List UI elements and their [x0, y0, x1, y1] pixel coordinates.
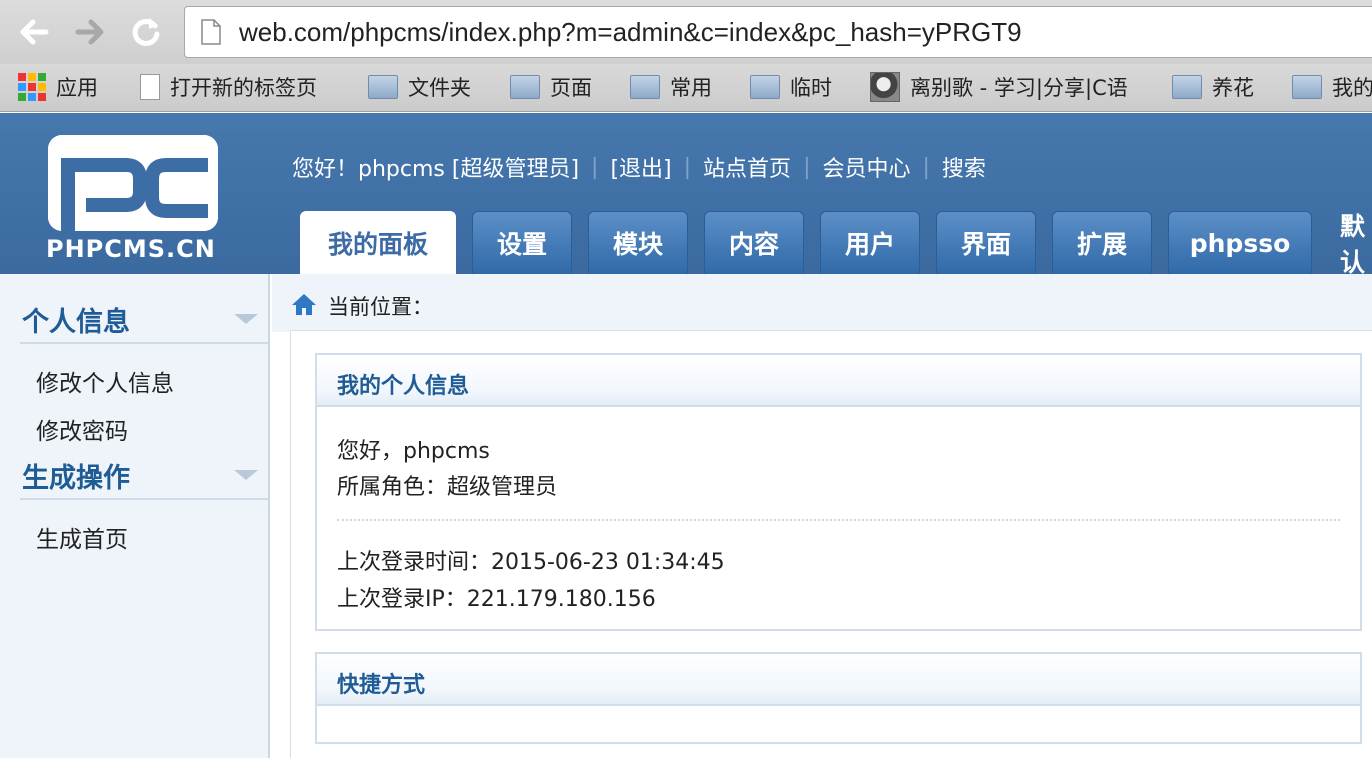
member-center-link[interactable]: 会员中心 — [822, 151, 910, 183]
pc-logo-icon — [48, 135, 218, 231]
bookmark-pages[interactable]: 页面 — [510, 72, 592, 102]
tab-interface[interactable]: 界面 — [936, 211, 1036, 274]
logo-mark — [48, 135, 218, 231]
forward-button[interactable] — [72, 14, 108, 50]
search-link[interactable]: 搜索 — [942, 151, 986, 183]
chevron-down-icon[interactable] — [234, 314, 258, 324]
sidebar: 个人信息 修改个人信息 修改密码 生成操作 生成首页 — [0, 274, 270, 758]
bookmark-label: 常用 — [670, 76, 712, 100]
shortcuts-panel: 快捷方式 — [315, 652, 1362, 744]
divider — [337, 519, 1340, 521]
page-icon — [140, 74, 160, 100]
tab-my-panel[interactable]: 我的面板 — [300, 211, 456, 274]
folder-icon — [1172, 75, 1202, 99]
reload-icon — [132, 18, 160, 46]
folder-icon — [630, 75, 660, 99]
site-home-link[interactable]: 站点首页 — [703, 151, 791, 183]
folder-icon — [510, 75, 540, 99]
section-title: 个人信息 — [22, 307, 130, 338]
url-text[interactable]: web.com/phpcms/index.php?m=admin&c=index… — [239, 17, 1022, 48]
bookmark-label: 打开新的标签页 — [170, 76, 317, 100]
browser-toolbar: web.com/phpcms/index.php?m=admin&c=index… — [0, 0, 1372, 64]
separator: | — [591, 154, 599, 180]
sidebar-item-generate-home[interactable]: 生成首页 — [36, 520, 128, 554]
section-title: 生成操作 — [22, 463, 130, 494]
tab-content[interactable]: 内容 — [704, 211, 804, 274]
sidebar-section-personal[interactable]: 个人信息 — [20, 294, 268, 344]
panel-title: 快捷方式 — [337, 673, 426, 698]
arrow-left-icon — [20, 19, 49, 45]
tab-settings[interactable]: 设置 — [472, 211, 572, 274]
avatar-icon — [870, 72, 900, 102]
folder-icon — [368, 75, 398, 99]
bookmark-label: 养花 — [1212, 76, 1254, 100]
bookmark-label: 离别歌 - 学习|分享|C语 — [910, 76, 1128, 100]
separator: | — [803, 154, 811, 180]
reload-button[interactable] — [128, 14, 164, 50]
last-login-ip: 上次登录IP：221.179.180.156 — [337, 587, 656, 612]
bookmark-label: 我的 — [1332, 76, 1372, 100]
bookmark-label: 应用 — [56, 76, 98, 100]
bookmark-common[interactable]: 常用 — [630, 72, 712, 102]
tab-extensions[interactable]: 扩展 — [1052, 211, 1152, 274]
bookmark-temp[interactable]: 临时 — [750, 72, 832, 102]
sidebar-item-edit-profile[interactable]: 修改个人信息 — [36, 364, 174, 398]
separator: | — [922, 154, 930, 180]
tab-phpsso[interactable]: phpsso — [1168, 211, 1312, 274]
folder-icon — [1292, 75, 1322, 99]
bookmark-new-tab[interactable]: 打开新的标签页 — [140, 72, 317, 102]
hello-text: 您好，phpcms — [337, 439, 490, 464]
page-icon — [201, 19, 221, 45]
tab-default[interactable]: 默认 — [1328, 211, 1372, 277]
home-icon — [292, 294, 316, 315]
bookmark-label: 页面 — [550, 76, 592, 100]
main-tabs: 我的面板 设置 模块 内容 用户 界面 扩展 phpsso 默认 — [300, 211, 1372, 277]
content-area: 我的个人信息 您好，phpcms 所属角色：超级管理员 上次登录时间：2015-… — [290, 330, 1372, 758]
bookmark-label: 临时 — [790, 76, 832, 100]
folder-icon — [750, 75, 780, 99]
tab-modules[interactable]: 模块 — [588, 211, 688, 274]
bookmark-folder[interactable]: 文件夹 — [368, 72, 471, 102]
panel-header: 我的个人信息 — [317, 355, 1360, 407]
logo-text: PHPCMS.CN — [46, 235, 216, 263]
logout-link[interactable]: [退出] — [610, 151, 671, 183]
back-button[interactable] — [16, 14, 52, 50]
phpcms-logo[interactable]: PHPCMS.CN — [46, 135, 221, 263]
breadcrumb-label: 当前位置： — [328, 295, 433, 319]
tab-users[interactable]: 用户 — [820, 211, 920, 274]
bookmark-blog[interactable]: 离别歌 - 学习|分享|C语 — [870, 72, 1142, 102]
separator: | — [683, 154, 692, 180]
bookmarks-bar: 应用 打开新的标签页 文件夹 页面 常用 临时 离别歌 - 学习|分享|C语 养… — [0, 64, 1372, 112]
role-text: 所属角色：超级管理员 — [337, 475, 558, 500]
bookmark-flowers[interactable]: 养花 — [1172, 72, 1254, 102]
breadcrumb: 当前位置： — [272, 274, 1372, 332]
personal-info-panel: 我的个人信息 您好，phpcms 所属角色：超级管理员 上次登录时间：2015-… — [315, 353, 1362, 631]
bookmark-label: 文件夹 — [408, 76, 471, 100]
main-content: 当前位置： 我的个人信息 您好，phpcms 所属角色：超级管理员 上次登录时间… — [272, 274, 1372, 758]
sidebar-section-generate[interactable]: 生成操作 — [20, 450, 268, 500]
bookmark-mine[interactable]: 我的 — [1292, 72, 1372, 102]
chevron-down-icon[interactable] — [234, 470, 258, 480]
address-bar[interactable]: web.com/phpcms/index.php?m=admin&c=index… — [184, 6, 1372, 58]
arrow-right-icon — [75, 19, 104, 45]
last-login-time: 上次登录时间：2015-06-23 01:34:45 — [337, 550, 725, 575]
panel-title: 我的个人信息 — [337, 374, 470, 399]
cms-header: PHPCMS.CN 您好！phpcms [超级管理员] | [退出] | 站点首… — [0, 113, 1372, 277]
top-nav: 您好！phpcms [超级管理员] | [退出] | 站点首页 | 会员中心 |… — [292, 151, 986, 183]
apps-icon — [18, 73, 46, 101]
greeting-text: 您好！phpcms [超级管理员] — [292, 157, 580, 182]
bookmark-apps[interactable]: 应用 — [18, 72, 98, 102]
panel-header: 快捷方式 — [317, 654, 1360, 706]
sidebar-item-change-password[interactable]: 修改密码 — [36, 412, 128, 446]
